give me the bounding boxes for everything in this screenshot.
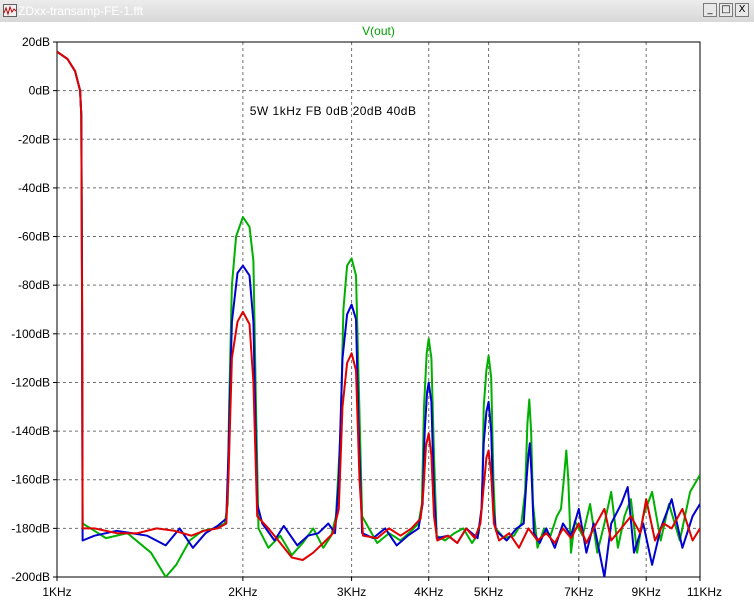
x-tick-label: 9KHz: [632, 585, 661, 599]
x-tick-label: 11KHz: [687, 585, 722, 599]
plot-area: V(out) 20dB 0dB -20dB -40dB -60dB -80dB -100dB -…: [0, 22, 754, 607]
minimize-button[interactable]: _: [703, 3, 717, 17]
y-tick-label: 20dB: [22, 35, 50, 49]
y-tick-label: -100dB: [11, 327, 50, 341]
chart-title: V(out): [362, 24, 395, 38]
series-line-1: [57, 50, 700, 577]
x-tick-label: 3KHz: [337, 585, 366, 599]
maximize-button[interactable]: □: [719, 3, 733, 17]
x-tick-label: 1KHz: [42, 585, 71, 599]
x-tick-label: 4KHz: [414, 585, 443, 599]
y-tick-label: -120dB: [11, 375, 50, 389]
x-tick-label: 5KHz: [474, 585, 503, 599]
y-tick-label: -20dB: [18, 132, 50, 146]
window-title: ZDxx-transamp-FE-1.fft: [18, 4, 144, 18]
series-line-3: [57, 50, 700, 561]
y-tick-label: 0dB: [29, 84, 50, 98]
series-line-2: [57, 50, 700, 577]
plot-frame: [56, 41, 701, 578]
waveform-icon: [3, 4, 17, 17]
y-tick-label: -200dB: [11, 570, 50, 584]
x-tick-label: 2KHz: [228, 585, 257, 599]
fft-chart: V(out) 20dB 0dB -20dB -40dB -60dB -80dB -100dB -…: [11, 24, 722, 599]
y-tick-label: -80dB: [18, 278, 50, 292]
y-tick-label: -180dB: [11, 521, 50, 535]
title-bar: ZDxx-transamp-FE-1.fft _ □ X: [0, 0, 754, 23]
chart-annotation: 5W 1kHz FB 0dB 20dB 40dB: [250, 104, 417, 118]
x-tick-label: 7KHz: [564, 585, 593, 599]
close-button[interactable]: X: [735, 3, 749, 17]
y-tick-label: -60dB: [18, 230, 50, 244]
y-tick-label: -40dB: [18, 181, 50, 195]
y-tick-label: -140dB: [11, 424, 50, 438]
y-tick-label: -160dB: [11, 473, 50, 487]
